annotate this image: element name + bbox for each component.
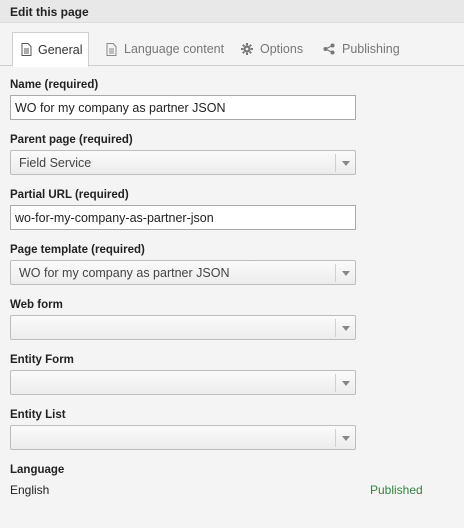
entity-list-label: Entity List bbox=[10, 409, 66, 421]
document-icon bbox=[104, 42, 118, 56]
parent-page-label: Parent page (required) bbox=[10, 134, 133, 146]
dialog-header: Edit this page bbox=[0, 0, 464, 23]
name-label: Name (required) bbox=[10, 79, 99, 91]
parent-page-select[interactable]: Field Service bbox=[10, 150, 356, 175]
dialog-title: Edit this page bbox=[10, 5, 89, 19]
chevron-down-icon bbox=[335, 264, 355, 282]
tab-general-label: General bbox=[38, 42, 83, 57]
partial-url-field[interactable]: wo-for-my-company-as-partner-json bbox=[10, 205, 356, 230]
name-field[interactable]: WO for my company as partner JSON bbox=[10, 95, 356, 120]
chevron-down-icon bbox=[335, 374, 355, 392]
page-template-label: Page template (required) bbox=[10, 244, 145, 256]
entity-form-select[interactable] bbox=[10, 370, 356, 395]
chevron-down-icon bbox=[335, 319, 355, 337]
status-badge: Published bbox=[370, 483, 423, 497]
tab-publishing[interactable]: Publishing bbox=[322, 32, 400, 66]
language-label: Language bbox=[10, 464, 65, 476]
page-template-select[interactable]: WO for my company as partner JSON bbox=[10, 260, 356, 285]
tab-language-content-label: Language content bbox=[124, 42, 225, 56]
partial-url-label: Partial URL (required) bbox=[10, 189, 129, 201]
web-form-label: Web form bbox=[10, 299, 63, 311]
chevron-down-icon bbox=[335, 154, 355, 172]
tab-options-label: Options bbox=[260, 42, 304, 56]
share-icon bbox=[322, 42, 336, 56]
entity-list-select[interactable] bbox=[10, 425, 356, 450]
name-field-value: WO for my company as partner JSON bbox=[15, 100, 226, 115]
entity-form-label: Entity Form bbox=[10, 354, 74, 366]
tab-bar: General Language content Options Publish… bbox=[0, 32, 464, 67]
page-template-value: WO for my company as partner JSON bbox=[19, 265, 230, 280]
language-value: English bbox=[10, 483, 50, 497]
document-icon bbox=[21, 43, 32, 57]
parent-page-value: Field Service bbox=[19, 155, 92, 170]
tab-language-content[interactable]: Language content bbox=[104, 32, 224, 66]
tab-general[interactable]: General bbox=[12, 32, 89, 67]
partial-url-value: wo-for-my-company-as-partner-json bbox=[15, 210, 214, 225]
tab-options[interactable]: Options bbox=[240, 32, 303, 66]
web-form-select[interactable] bbox=[10, 315, 356, 340]
gear-icon bbox=[240, 42, 254, 56]
tab-publishing-label: Publishing bbox=[342, 42, 400, 56]
chevron-down-icon bbox=[335, 429, 355, 447]
